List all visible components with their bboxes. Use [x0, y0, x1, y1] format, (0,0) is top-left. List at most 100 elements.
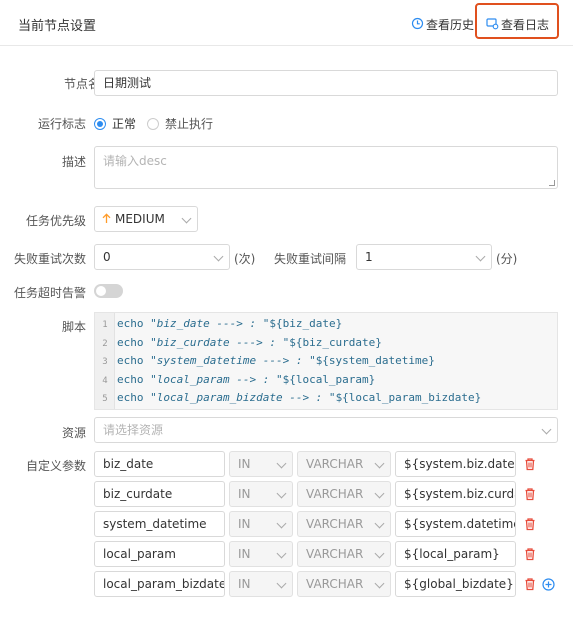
code-keyword: echo — [117, 372, 144, 386]
code-variable: ${biz_curdate} — [289, 335, 382, 349]
chevron-down-icon — [374, 488, 385, 499]
radio-checked-icon — [94, 117, 106, 130]
chevron-down-icon — [374, 578, 385, 589]
param-value-input[interactable]: ${system.biz.date} — [395, 451, 516, 477]
code-string: "biz_curdate ---> : " — [143, 335, 290, 349]
code-variable: ${system_datetime} — [315, 354, 435, 367]
param-type-value: VARCHAR — [306, 577, 364, 591]
code-string: "local_param_bizdate --> : " — [143, 391, 336, 404]
param-type-select[interactable]: VARCHAR — [297, 511, 391, 537]
retry-interval-value: 1 — [365, 250, 373, 264]
param-name-input[interactable]: biz_date — [94, 451, 225, 477]
param-value-input[interactable]: ${local_param} — [395, 541, 516, 567]
run-flag-label: 运行标志 — [38, 117, 87, 131]
retry-times-label: 失败重试次数 — [14, 252, 87, 266]
code-variable: ${local_param} — [282, 372, 376, 386]
param-type-value: VARCHAR — [306, 547, 364, 561]
retry-times-unit: (次) — [234, 252, 256, 266]
priority-select[interactable]: MEDIUM — [94, 206, 198, 232]
run-flag-disabled-radio[interactable]: 禁止执行 — [147, 115, 213, 132]
code-string: "local_param --> : " — [143, 372, 283, 386]
code-line: 3 echo "system_datetime ---> : "${system_… — [95, 352, 435, 370]
resource-select[interactable]: 请选择资源 — [94, 417, 558, 443]
code-variable: ${biz_date} — [269, 317, 343, 330]
desc-placeholder: 请输入desc — [103, 154, 167, 168]
line-number: 5 — [102, 394, 108, 404]
chevron-down-icon — [276, 488, 287, 499]
code-line: 1 echo "biz_date ---> : "${biz_date} — [95, 315, 342, 333]
view-history-button[interactable]: 查看历史 — [411, 16, 474, 33]
param-direct-value: IN — [238, 577, 251, 591]
param-value-input[interactable]: ${system.biz.curdate} — [395, 481, 516, 507]
param-direct-select[interactable]: IN — [229, 571, 293, 597]
trash-icon[interactable] — [523, 457, 537, 471]
code-keyword: echo — [117, 317, 144, 330]
param-type-value: VARCHAR — [306, 517, 364, 531]
run-flag-normal-label: 正常 — [112, 117, 137, 131]
run-flag-normal-radio[interactable]: 正常 — [94, 115, 136, 132]
param-direct-value: IN — [238, 517, 251, 531]
trash-icon[interactable] — [523, 487, 537, 501]
param-value-input[interactable]: ${system.datetime} — [395, 511, 516, 537]
param-direct-select[interactable]: IN — [229, 511, 293, 537]
plus-circle-icon[interactable] — [542, 578, 555, 591]
code-keyword: echo — [117, 335, 144, 349]
trash-icon[interactable] — [523, 547, 537, 561]
custom-params-label: 自定义参数 — [26, 459, 87, 473]
timeout-alert-label: 任务超时告警 — [14, 286, 87, 300]
code-keyword: echo — [117, 354, 144, 367]
chevron-down-icon — [475, 251, 486, 262]
chevron-down-icon — [213, 251, 224, 262]
param-name-input[interactable]: biz_curdate — [94, 481, 225, 507]
desc-textarea[interactable]: 请输入desc — [94, 146, 558, 189]
param-name-input[interactable]: local_param_bizdate — [94, 571, 225, 597]
chevron-down-icon — [276, 578, 287, 589]
script-label: 脚本 — [62, 320, 87, 334]
node-name-input[interactable]: 日期测试 — [94, 70, 558, 96]
param-direct-select[interactable]: IN — [229, 481, 293, 507]
retry-interval-label: 失败重试间隔 — [274, 252, 347, 266]
code-keyword: echo — [117, 391, 144, 404]
trash-icon[interactable] — [523, 577, 537, 591]
retry-times-select[interactable]: 0 — [94, 244, 230, 270]
param-type-value: VARCHAR — [306, 487, 364, 501]
chevron-down-icon — [276, 548, 287, 559]
priority-label: 任务优先级 — [26, 214, 87, 228]
chevron-down-icon — [276, 518, 287, 529]
param-type-select[interactable]: VARCHAR — [297, 451, 391, 477]
desc-label: 描述 — [62, 155, 87, 169]
retry-times-value: 0 — [103, 250, 111, 264]
timeout-alert-toggle[interactable] — [94, 284, 123, 298]
chevron-down-icon — [276, 458, 287, 469]
view-log-button[interactable]: 查看日志 — [486, 16, 549, 33]
line-number: 2 — [102, 338, 108, 349]
line-number: 3 — [102, 357, 108, 367]
resource-label: 资源 — [62, 426, 87, 440]
code-line: 2 echo "biz_curdate ---> : "${biz_curdate… — [95, 334, 382, 352]
resource-placeholder: 请选择资源 — [103, 423, 164, 437]
radio-unchecked-icon — [147, 117, 159, 130]
param-name-input[interactable]: local_param — [94, 541, 225, 567]
param-name-input[interactable]: system_datetime — [94, 511, 225, 537]
param-type-select[interactable]: VARCHAR — [297, 571, 391, 597]
param-type-select[interactable]: VARCHAR — [297, 481, 391, 507]
line-number: 4 — [102, 375, 108, 386]
param-direct-value: IN — [238, 547, 251, 561]
param-direct-select[interactable]: IN — [229, 541, 293, 567]
param-type-select[interactable]: VARCHAR — [297, 541, 391, 567]
script-editor[interactable]: 1 echo "biz_date ---> : "${biz_date} 2 echo… — [94, 312, 558, 410]
view-history-label: 查看历史 — [426, 18, 475, 32]
code-line: 5 echo "local_param_bizdate --> : "${loca… — [95, 389, 481, 407]
chevron-down-icon — [541, 424, 552, 435]
param-direct-value: IN — [238, 487, 251, 501]
view-log-label: 查看日志 — [501, 18, 550, 32]
param-value-input[interactable]: ${global_bizdate} — [395, 571, 516, 597]
code-string: "system_datetime ---> : " — [143, 354, 316, 367]
retry-interval-select[interactable]: 1 — [356, 244, 492, 270]
trash-icon[interactable] — [523, 517, 537, 531]
chevron-down-icon — [374, 548, 385, 559]
resize-handle-icon[interactable] — [549, 180, 555, 186]
run-flag-disabled-label: 禁止执行 — [165, 117, 214, 131]
log-icon — [486, 17, 499, 33]
param-direct-select[interactable]: IN — [229, 451, 293, 477]
